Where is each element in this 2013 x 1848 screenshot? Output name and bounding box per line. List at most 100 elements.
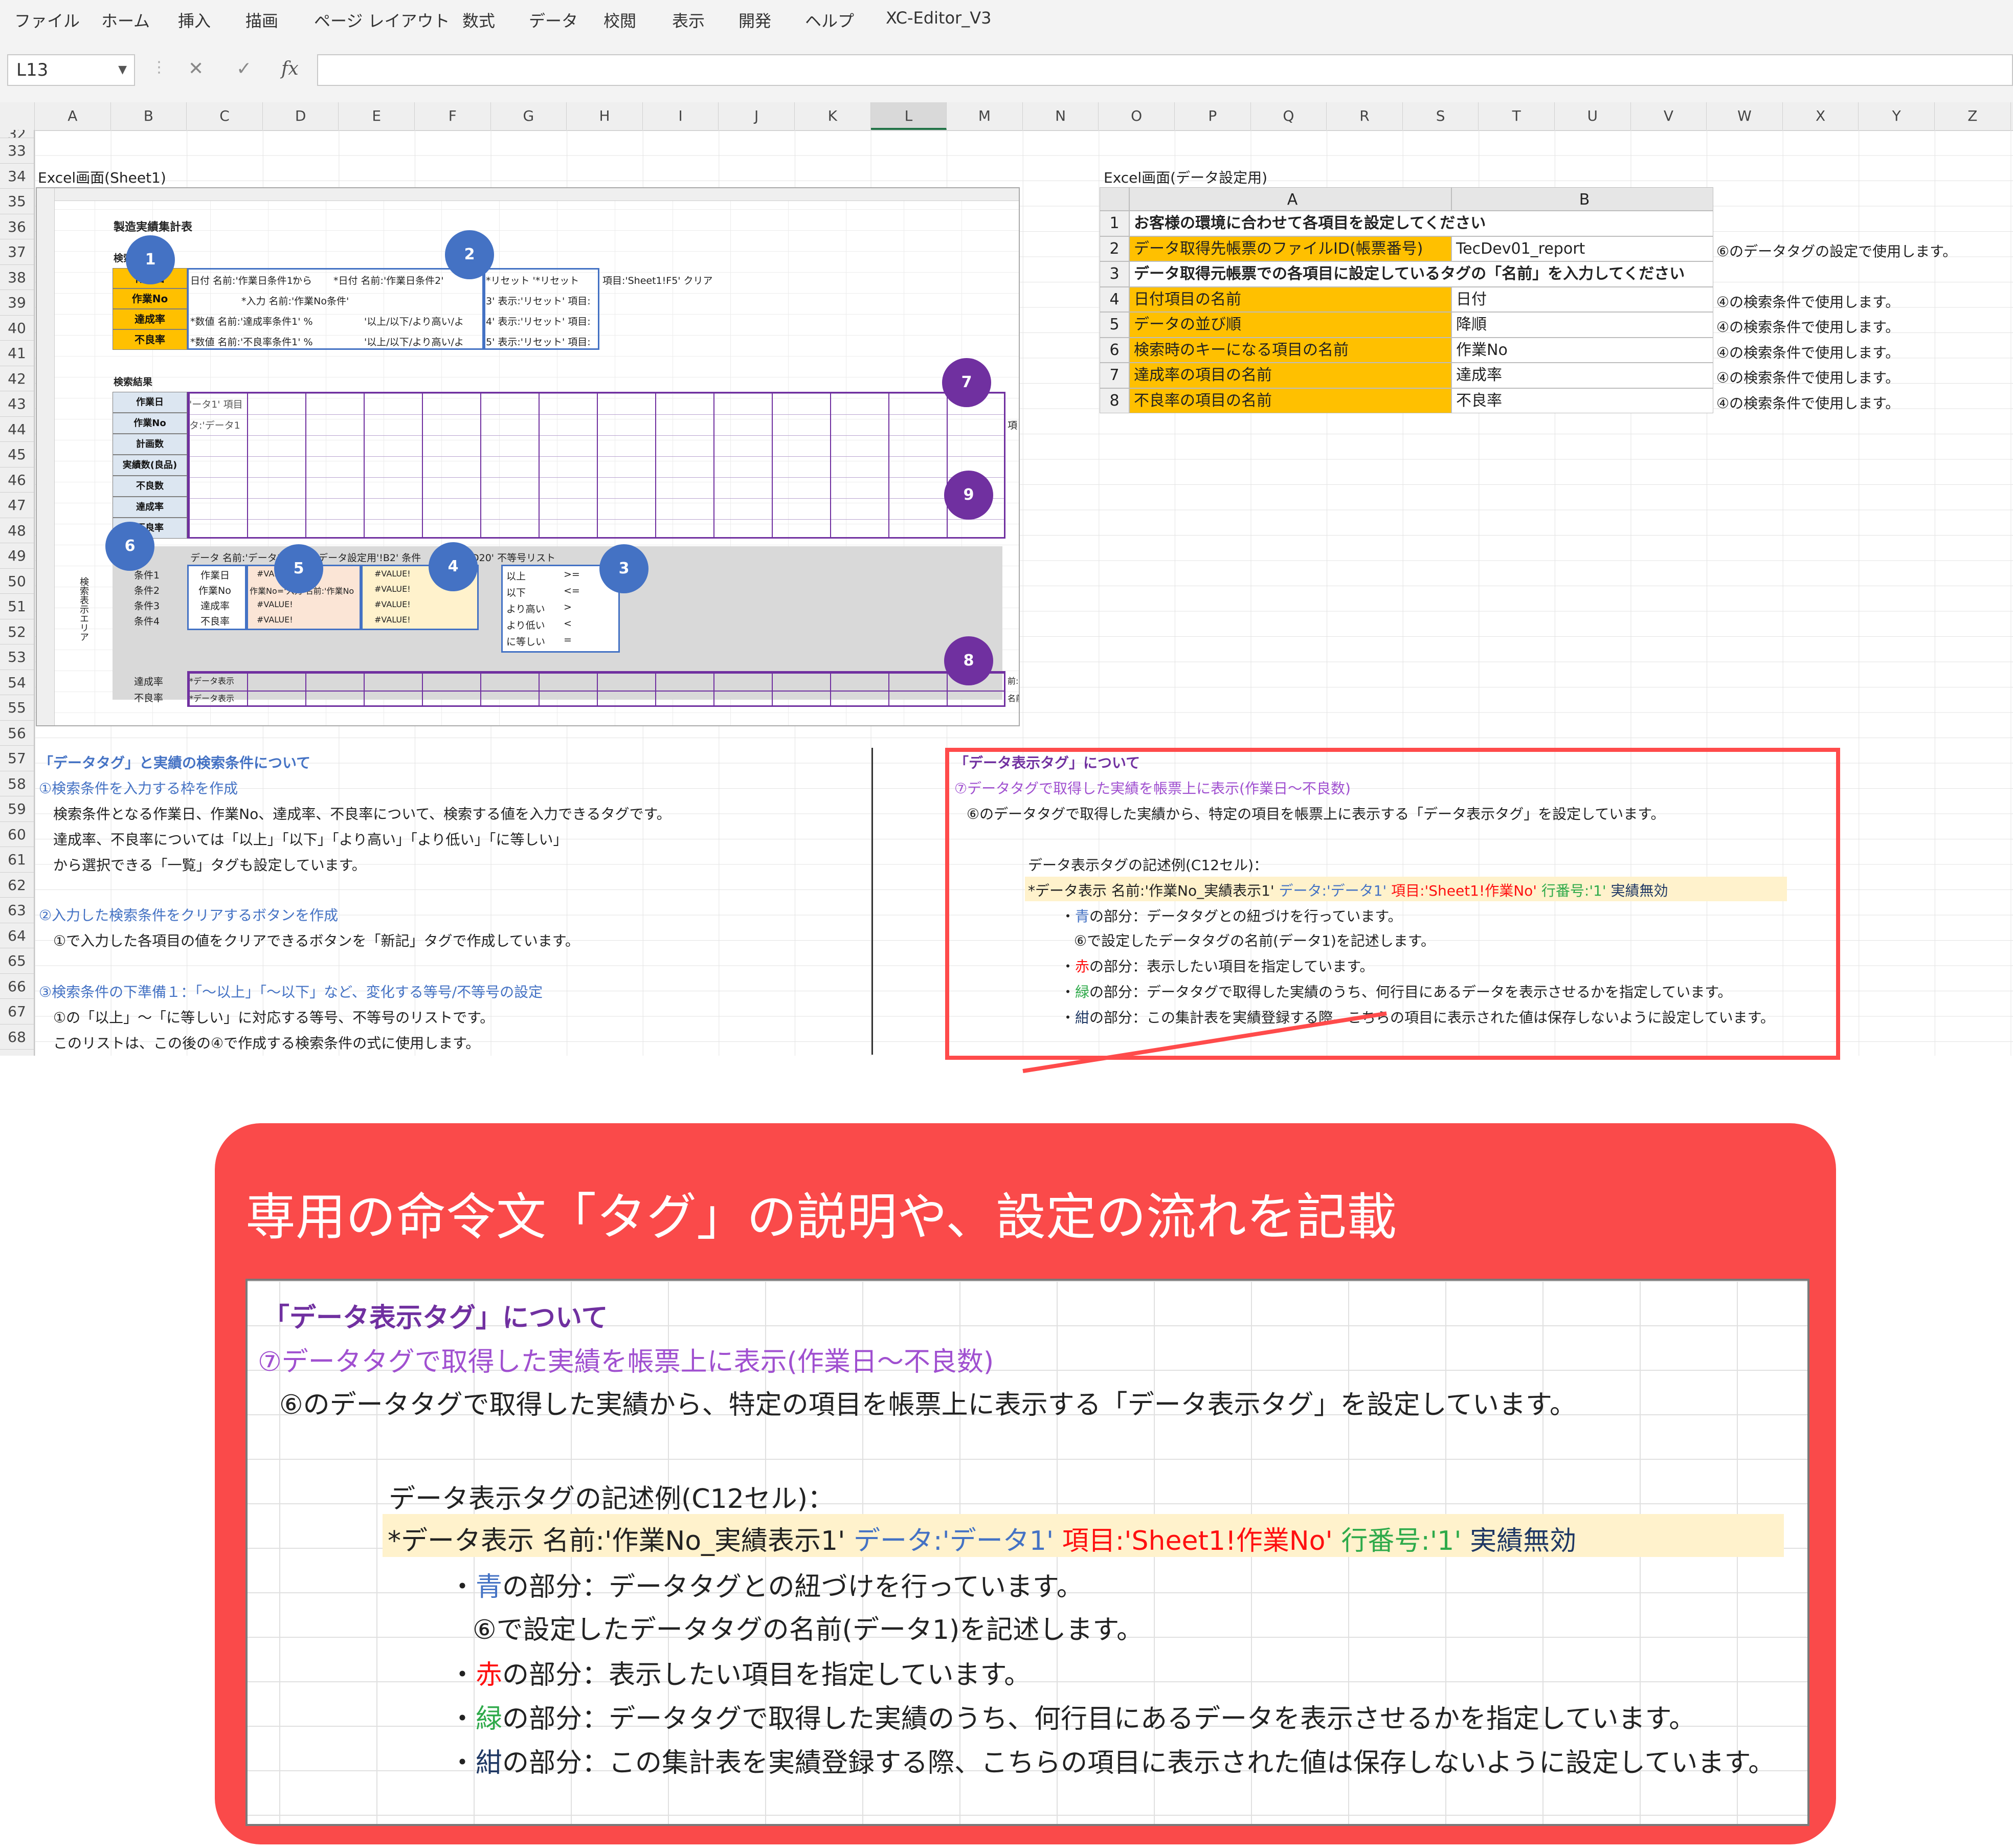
tab-formulas[interactable]: 数式 — [462, 8, 495, 32]
row-header[interactable]: 34 — [0, 164, 34, 189]
settings-item-value[interactable]: 作業No — [1451, 337, 1713, 363]
row-header[interactable]: 61 — [0, 847, 34, 873]
settings-item-value[interactable]: 達成率 — [1451, 363, 1713, 388]
row-header[interactable]: 38 — [0, 265, 34, 290]
row-header[interactable]: 49 — [0, 543, 34, 569]
tab-draw[interactable]: 描画 — [245, 8, 278, 32]
row-header[interactable]: 42 — [0, 366, 34, 391]
column-header-j[interactable]: J — [719, 102, 795, 130]
cond-achieve-list[interactable]: '以上/以下/より高い/よ — [364, 314, 464, 328]
cond-defect-list[interactable]: '以上/以下/より高い/よ — [364, 335, 464, 348]
tab-data[interactable]: データ — [529, 8, 578, 32]
row-header[interactable]: 45 — [0, 442, 34, 467]
row-header[interactable]: 50 — [0, 569, 34, 594]
row-header[interactable]: 67 — [0, 999, 34, 1025]
enter-icon[interactable]: ✓ — [236, 58, 252, 79]
column-header-e[interactable]: E — [339, 102, 415, 130]
cond-date-to[interactable]: *日付 名前:'作業日条件2' — [333, 273, 443, 287]
column-header-k[interactable]: K — [795, 102, 871, 130]
column-header-f[interactable]: F — [415, 102, 491, 130]
tab-insert[interactable]: 挿入 — [178, 8, 211, 32]
row-header[interactable]: 47 — [0, 493, 34, 518]
tab-review[interactable]: 校閲 — [603, 8, 636, 32]
column-header-r[interactable]: R — [1327, 102, 1403, 130]
column-header-z[interactable]: Z — [1935, 102, 2011, 130]
settings-item-value[interactable]: 不良率 — [1451, 388, 1713, 413]
select-all-corner[interactable] — [0, 102, 35, 130]
cancel-icon[interactable]: ✕ — [188, 58, 204, 79]
reset-4[interactable]: 5' 表示:'リセット' 項目: — [486, 335, 591, 348]
row-header[interactable]: 36 — [0, 214, 34, 239]
column-header-i[interactable]: I — [643, 102, 719, 130]
column-header-h[interactable]: H — [567, 102, 643, 130]
column-header-l[interactable]: L — [870, 102, 947, 130]
settings-item-value[interactable]: 降順 — [1451, 312, 1713, 338]
row-header[interactable]: 63 — [0, 898, 34, 923]
row-header[interactable]: 66 — [0, 974, 34, 999]
formula-input[interactable] — [317, 54, 2013, 86]
row-header[interactable]: 52 — [0, 619, 34, 644]
chevron-down-icon[interactable]: ▼ — [118, 55, 127, 85]
column-header-p[interactable]: P — [1175, 102, 1251, 130]
column-header-t[interactable]: T — [1479, 102, 1555, 130]
cond-label-no: 作業No — [113, 288, 187, 309]
row-header[interactable]: 53 — [0, 644, 34, 670]
row-header[interactable]: 46 — [0, 467, 34, 493]
column-header-b[interactable]: B — [111, 102, 187, 130]
row-header[interactable]: 57 — [0, 746, 34, 771]
reset-button[interactable]: *リセット '*リセット — [486, 273, 579, 287]
tab-page-layout[interactable]: ページ レイアウト — [314, 8, 450, 32]
column-header-a[interactable]: A — [35, 102, 111, 130]
column-header-w[interactable]: W — [1707, 102, 1783, 130]
row-header[interactable]: 43 — [0, 391, 34, 417]
cond-defect-input[interactable]: *数値 名前:'不良率条件1' % — [190, 335, 313, 348]
column-header-y[interactable]: Y — [1859, 102, 1935, 130]
column-header-d[interactable]: D — [263, 102, 339, 130]
row-header[interactable]: 64 — [0, 923, 34, 948]
settings-item-value[interactable]: 日付 — [1451, 286, 1713, 312]
name-box[interactable]: L13 ▼ — [7, 54, 135, 86]
row-header[interactable]: 60 — [0, 822, 34, 847]
row-header[interactable]: 51 — [0, 594, 34, 619]
reset-3[interactable]: 4' 表示:'リセット' 項目: — [486, 314, 591, 328]
tab-help[interactable]: ヘルプ — [805, 8, 854, 32]
row-header[interactable]: 48 — [0, 518, 34, 543]
row-header[interactable]: 54 — [0, 670, 34, 695]
column-header-x[interactable]: X — [1783, 102, 1859, 130]
column-header-o[interactable]: O — [1099, 102, 1175, 130]
column-header-s[interactable]: S — [1403, 102, 1479, 130]
row-header[interactable]: 56 — [0, 721, 34, 746]
row-header[interactable]: 55 — [0, 695, 34, 721]
row-header[interactable]: 68 — [0, 1025, 34, 1050]
column-header-m[interactable]: M — [947, 102, 1023, 130]
column-header-u[interactable]: U — [1555, 102, 1631, 130]
column-header-g[interactable]: G — [491, 102, 567, 130]
settings-item-value[interactable]: TecDev01_report — [1451, 236, 1713, 261]
column-header-n[interactable]: N — [1023, 102, 1099, 130]
row-header[interactable]: 65 — [0, 948, 34, 974]
row-header[interactable]: 32 — [0, 130, 34, 138]
insert-function-icon[interactable]: fx — [281, 58, 299, 79]
row-header[interactable]: 62 — [0, 873, 34, 898]
tab-view[interactable]: 表示 — [672, 8, 705, 32]
tab-xc-editor[interactable]: XC-Editor_V3 — [886, 8, 991, 28]
row-header[interactable]: 40 — [0, 316, 34, 341]
row-header[interactable]: 39 — [0, 290, 34, 316]
row-header[interactable]: 59 — [0, 796, 34, 822]
column-header-v[interactable]: V — [1631, 102, 1707, 130]
row-header[interactable]: 44 — [0, 417, 34, 442]
row-header[interactable]: 35 — [0, 189, 34, 214]
cond-date-from[interactable]: 日付 名前:'作業日条件1' — [190, 273, 296, 287]
cond-achieve-input[interactable]: *数値 名前:'達成率条件1' % — [190, 314, 313, 328]
tab-file[interactable]: ファイル — [14, 8, 80, 32]
row-header[interactable]: 58 — [0, 771, 34, 796]
column-header-c[interactable]: C — [187, 102, 263, 130]
row-header[interactable]: 37 — [0, 239, 34, 265]
reset-2[interactable]: 3' 表示:'リセット' 項目: — [486, 294, 591, 307]
row-header[interactable]: 33 — [0, 138, 34, 164]
cond-no-input[interactable]: *入力 名前:'作業No条件' — [241, 294, 349, 307]
row-header[interactable]: 41 — [0, 341, 34, 366]
tab-home[interactable]: ホーム — [101, 8, 150, 32]
column-header-q[interactable]: Q — [1251, 102, 1327, 130]
tab-developer[interactable]: 開発 — [739, 8, 771, 32]
